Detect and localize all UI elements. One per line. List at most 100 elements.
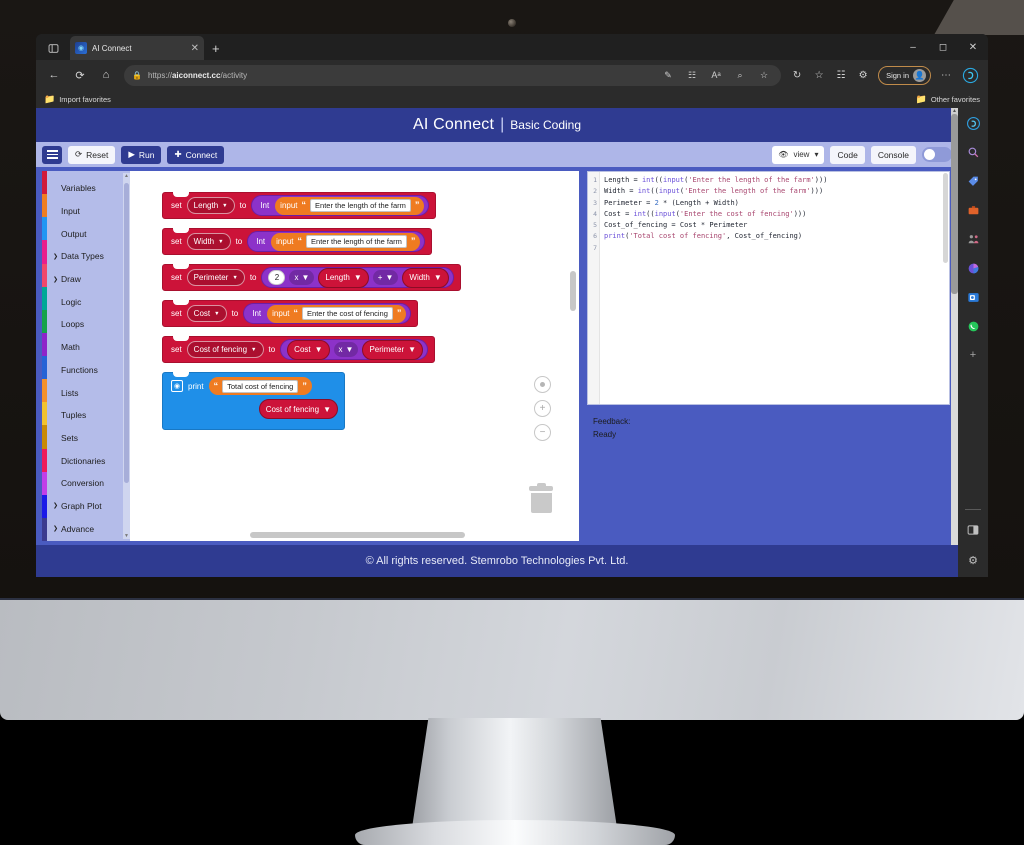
operator-dropdown-multiply[interactable]: x ▼ xyxy=(289,270,315,285)
zoom-icon[interactable]: ⌕ xyxy=(731,66,749,84)
scroll-up-arrow[interactable]: ▲ xyxy=(124,173,129,179)
variable-dropdown-width-operand[interactable]: Width ▼ xyxy=(402,267,449,288)
int-cast-block[interactable]: Int input “ Enter the length of the farm… xyxy=(251,195,430,216)
toolbox-item-conversion[interactable]: Conversion xyxy=(42,472,130,495)
toolbox-item-loops[interactable]: Loops xyxy=(42,313,130,336)
refresh-icon[interactable]: ⟳ xyxy=(68,64,92,86)
input-prompt-field[interactable]: Enter the length of the farm xyxy=(306,235,407,248)
variable-dropdown-cost-of-fencing-operand[interactable]: Cost of fencing ▼ xyxy=(258,399,338,419)
tools-icon[interactable] xyxy=(963,200,983,220)
home-icon[interactable]: ⌂ xyxy=(94,64,118,86)
input-prompt-field[interactable]: Enter the length of the farm xyxy=(310,199,411,212)
toolbox-item-data-types[interactable]: ❯ Data Types xyxy=(42,245,130,268)
read-aloud-icon[interactable]: Aᵃ xyxy=(707,66,725,84)
sidebar-toggle-icon[interactable] xyxy=(963,520,983,540)
page-scrollbar[interactable]: ▲ ▼ xyxy=(951,108,958,577)
outlook-icon[interactable] xyxy=(963,287,983,307)
shopping-tag-icon[interactable] xyxy=(963,171,983,191)
search-icon[interactable] xyxy=(963,142,983,162)
input-block[interactable]: input “ Enter the length of the farm ” xyxy=(271,232,421,251)
operator-dropdown-plus[interactable]: + ▼ xyxy=(372,270,399,285)
variable-dropdown-length[interactable]: Length ▼ xyxy=(186,197,235,214)
run-button[interactable]: ▶ Run xyxy=(121,145,162,164)
trash-can-icon[interactable] xyxy=(529,483,553,513)
print-text-field[interactable]: Total cost of fencing xyxy=(222,379,299,393)
multiply-expression-block[interactable]: Cost ▼ x ▼ Perimeter ▼ xyxy=(280,339,429,360)
block-set-width[interactable]: set Width ▼ to Int input “ Enter the len… xyxy=(162,228,433,255)
copilot-icon[interactable] xyxy=(958,63,982,87)
block-set-length[interactable]: set Length ▼ to Int input “ Enter the le… xyxy=(162,192,437,219)
input-block[interactable]: input “ Enter the cost of fencing ” xyxy=(267,304,407,323)
new-tab-button[interactable]: + xyxy=(212,41,220,56)
toolbox-item-input[interactable]: Input xyxy=(42,200,130,223)
connect-button[interactable]: ✚ Connect xyxy=(167,145,225,164)
input-prompt-field[interactable]: Enter the cost of fencing xyxy=(302,307,393,320)
toolbox-item-output[interactable]: Output xyxy=(42,222,130,245)
center-target-icon[interactable] xyxy=(534,376,551,393)
toolbox-item-math[interactable]: Math xyxy=(42,336,130,359)
reset-button[interactable]: ⟳ Reset xyxy=(68,145,116,164)
minimize-icon[interactable]: – xyxy=(898,34,928,60)
toolbox-item-lists[interactable]: Lists xyxy=(42,381,130,404)
toolbox-scroll-thumb[interactable] xyxy=(124,183,129,483)
office-icon[interactable] xyxy=(963,258,983,278)
block-set-cost[interactable]: set Cost ▼ to Int input “ Enter the cost… xyxy=(162,300,419,327)
favorite-star-icon[interactable]: ☆ xyxy=(755,66,773,84)
pen-icon[interactable]: ✎ xyxy=(659,66,677,84)
console-tab[interactable]: Console xyxy=(870,145,916,164)
block-print[interactable]: ◉ print “ Total cost of fencing ” Cost o… xyxy=(162,372,345,430)
view-toggle-switch[interactable] xyxy=(922,147,952,162)
code-editor[interactable]: 1 2 3 4 5 6 7 Length = int((input('Enter the l… xyxy=(587,171,950,405)
code-content[interactable]: Length = int((input('Enter the length of… xyxy=(600,172,949,404)
code-scrollbar[interactable] xyxy=(943,173,948,263)
close-icon[interactable]: ✕ xyxy=(191,43,199,54)
block-set-cost-of-fencing[interactable]: set Cost of fencing ▼ to Cost ▼ x ▼ Peri… xyxy=(162,336,436,363)
operator-dropdown-multiply[interactable]: x ▼ xyxy=(333,342,359,357)
variable-dropdown-cost-of-fencing[interactable]: Cost of fencing ▼ xyxy=(186,341,264,358)
collections-star-icon[interactable]: ☆ xyxy=(809,64,829,86)
other-favorites-button[interactable]: 📁 Other favorites xyxy=(916,94,980,105)
tab-list-icon[interactable] xyxy=(40,36,66,60)
add-icon[interactable]: + xyxy=(963,345,983,365)
settings-gear-icon[interactable]: ⚙ xyxy=(963,550,983,570)
variable-dropdown-perimeter[interactable]: Perimeter ▼ xyxy=(186,269,245,286)
int-cast-block[interactable]: Int input “ Enter the cost of fencing ” xyxy=(243,303,412,324)
back-arrow-icon[interactable]: ← xyxy=(42,64,66,86)
maximize-icon[interactable]: ◻ xyxy=(928,34,958,60)
toolbox-item-draw[interactable]: ❯ Draw xyxy=(42,268,130,291)
toolbox-item-advance[interactable]: ❯ Advance xyxy=(42,517,130,540)
int-cast-block[interactable]: Int input “ Enter the length of the farm… xyxy=(247,231,426,252)
blockly-workspace[interactable]: set Length ▼ to Int input “ Enter the le… xyxy=(130,171,579,541)
toolbox-item-graph-plot[interactable]: ❯ Graph Plot xyxy=(42,495,130,518)
scroll-down-arrow[interactable]: ▼ xyxy=(124,533,129,539)
hamburger-menu-icon[interactable] xyxy=(42,145,62,164)
sign-in-button[interactable]: Sign in 👤 xyxy=(878,65,931,85)
split-screen-icon[interactable]: ☷ xyxy=(683,66,701,84)
browser-tab[interactable]: ◉ AI Connect ✕ xyxy=(70,36,204,60)
zoom-in-icon[interactable]: + xyxy=(534,400,551,417)
workspace-vertical-scrollbar[interactable] xyxy=(570,271,576,311)
math-expression-block[interactable]: 2 x ▼ Length ▼ + ▼ Width ▼ xyxy=(261,267,454,288)
toolbox-item-logic[interactable]: Logic xyxy=(42,290,130,313)
ellipsis-icon[interactable]: ⋯ xyxy=(936,64,956,86)
toolbox-item-functions[interactable]: Functions xyxy=(42,359,130,382)
workspace-horizontal-scrollbar[interactable] xyxy=(250,532,465,538)
url-input[interactable]: 🔒 https://aiconnect.cc/activity ✎ ☷ Aᵃ ⌕… xyxy=(124,64,782,86)
view-dropdown[interactable]: 👁 view ▾ xyxy=(772,145,825,164)
close-icon[interactable]: ✕ xyxy=(958,34,988,60)
copilot-icon[interactable] xyxy=(963,113,983,133)
variable-dropdown-cost[interactable]: Cost ▼ xyxy=(186,305,227,322)
browser-essentials-icon[interactable]: ☷ xyxy=(831,64,851,86)
number-field[interactable]: 2 xyxy=(268,270,286,285)
input-block[interactable]: input “ Enter the length of the farm ” xyxy=(275,196,425,215)
toolbox-item-tuples[interactable]: Tuples xyxy=(42,404,130,427)
variable-dropdown-perimeter-operand[interactable]: Perimeter ▼ xyxy=(362,339,424,360)
variable-dropdown-cost-operand[interactable]: Cost ▼ xyxy=(287,339,330,360)
history-icon[interactable]: ↻ xyxy=(787,64,807,86)
toolbox-item-sets[interactable]: Sets xyxy=(42,427,130,450)
page-scroll-thumb[interactable] xyxy=(951,114,958,294)
extensions-icon[interactable]: ⚙ xyxy=(853,64,873,86)
block-set-perimeter[interactable]: set Perimeter ▼ to 2 x ▼ Length ▼ + ▼ Wi… xyxy=(162,264,461,291)
toolbox-item-variables[interactable]: Variables xyxy=(42,177,130,200)
code-tab[interactable]: Code xyxy=(830,145,865,164)
